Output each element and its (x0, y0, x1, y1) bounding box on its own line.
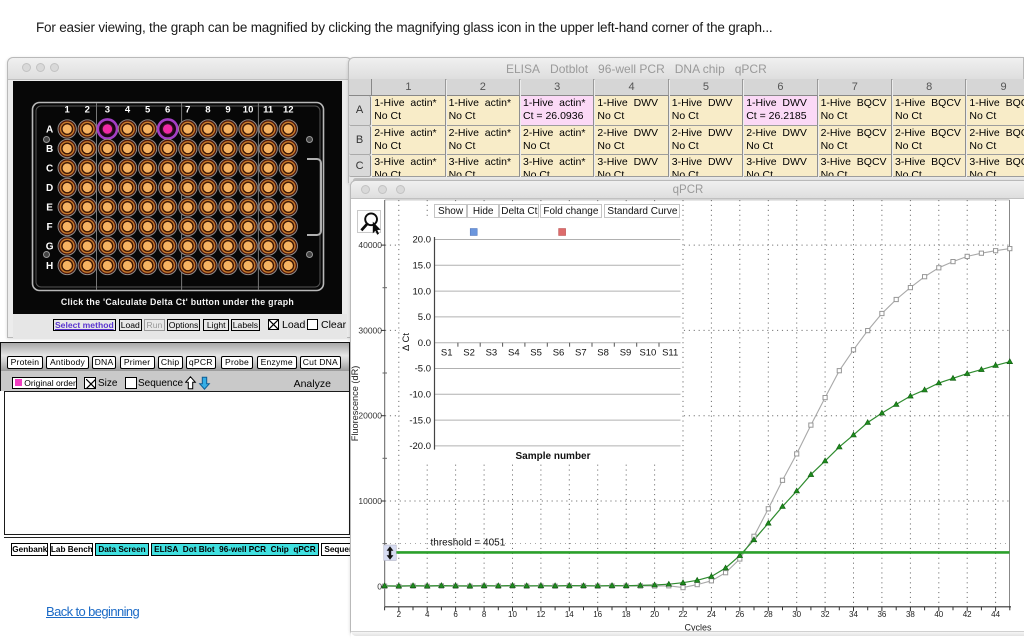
svg-text:threshold = 4051: threshold = 4051 (431, 537, 506, 548)
svg-text:S5: S5 (530, 348, 542, 359)
svg-text:34: 34 (849, 610, 858, 619)
svg-text:10000: 10000 (358, 496, 382, 506)
svg-text:C: C (46, 164, 53, 175)
svg-text:0.0: 0.0 (418, 338, 431, 349)
svg-text:Δ Ct: Δ Ct (401, 333, 412, 351)
svg-text:42: 42 (963, 610, 972, 619)
svg-text:44: 44 (991, 610, 1000, 619)
svg-text:S8: S8 (597, 348, 609, 359)
svg-text:38: 38 (906, 610, 915, 619)
svg-text:18: 18 (622, 610, 631, 619)
svg-text:16: 16 (593, 610, 602, 619)
svg-text:22: 22 (679, 610, 688, 619)
svg-text:F: F (47, 222, 53, 233)
svg-text:S10: S10 (639, 348, 656, 359)
svg-text:E: E (46, 203, 53, 214)
svg-text:28: 28 (764, 610, 773, 619)
svg-text:20.0: 20.0 (413, 235, 432, 246)
svg-text:-20.0: -20.0 (409, 441, 431, 452)
svg-text:20000: 20000 (358, 411, 382, 421)
svg-text:1: 1 (65, 105, 71, 116)
svg-text:B: B (46, 144, 53, 155)
svg-text:A: A (46, 125, 53, 136)
svg-text:4: 4 (425, 610, 430, 619)
svg-text:2: 2 (85, 105, 90, 116)
svg-text:30000: 30000 (358, 325, 382, 335)
svg-text:15.0: 15.0 (413, 261, 432, 272)
svg-text:10: 10 (508, 610, 517, 619)
svg-text:24: 24 (707, 610, 716, 619)
svg-text:D: D (46, 183, 53, 194)
svg-text:10.0: 10.0 (413, 286, 432, 297)
svg-text:40: 40 (934, 610, 943, 619)
svg-text:8: 8 (482, 610, 487, 619)
svg-text:S2: S2 (463, 348, 475, 359)
svg-text:26: 26 (735, 610, 744, 619)
svg-text:11: 11 (263, 105, 274, 116)
svg-text:30: 30 (792, 610, 801, 619)
svg-text:Click the 'Calculate Delta Ct': Click the 'Calculate Delta Ct' button un… (61, 297, 294, 307)
svg-text:-15.0: -15.0 (409, 415, 431, 426)
svg-text:12: 12 (536, 610, 545, 619)
svg-text:32: 32 (821, 610, 830, 619)
svg-text:S3: S3 (486, 348, 498, 359)
svg-text:G: G (46, 242, 54, 253)
svg-text:10: 10 (243, 105, 254, 116)
svg-text:S7: S7 (575, 348, 587, 359)
svg-text:9: 9 (225, 105, 230, 116)
svg-text:14: 14 (565, 610, 574, 619)
svg-text:-10.0: -10.0 (409, 390, 431, 401)
svg-text:6: 6 (453, 610, 458, 619)
svg-text:S6: S6 (553, 348, 565, 359)
svg-text:7: 7 (185, 105, 190, 116)
svg-text:3: 3 (105, 105, 110, 116)
svg-text:S11: S11 (662, 348, 678, 359)
svg-text:40000: 40000 (358, 240, 382, 250)
svg-text:4: 4 (125, 105, 131, 116)
svg-text:Fluorescence (dR): Fluorescence (dR) (351, 366, 360, 442)
svg-text:S1: S1 (441, 348, 453, 359)
svg-text:Sample number: Sample number (515, 451, 590, 462)
svg-text:6: 6 (165, 105, 170, 116)
svg-text:S9: S9 (620, 348, 632, 359)
svg-text:8: 8 (205, 105, 210, 116)
svg-text:12: 12 (283, 105, 294, 116)
svg-text:H: H (46, 261, 53, 272)
svg-text:36: 36 (877, 610, 886, 619)
svg-text:S4: S4 (508, 348, 520, 359)
svg-text:5.0: 5.0 (418, 312, 431, 323)
svg-text:5: 5 (145, 105, 151, 116)
svg-text:-5.0: -5.0 (415, 364, 431, 375)
svg-text:20: 20 (650, 610, 659, 619)
svg-text:2: 2 (397, 610, 402, 619)
